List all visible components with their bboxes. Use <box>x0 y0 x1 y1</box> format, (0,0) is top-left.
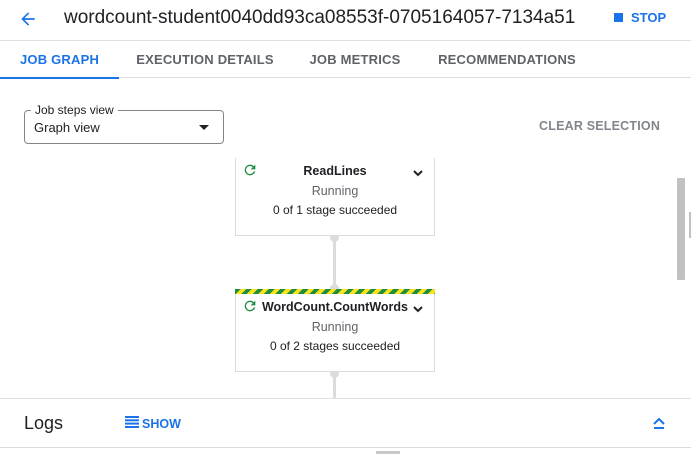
node-stages: 0 of 1 stage succeeded <box>272 203 398 217</box>
tab-job-graph[interactable]: JOB GRAPH <box>0 41 119 79</box>
clear-selection-button[interactable]: CLEAR SELECTION <box>539 119 660 133</box>
logs-title: Logs <box>24 413 64 433</box>
back-arrow-icon[interactable] <box>14 5 42 33</box>
job-tabs: JOB GRAPH EXECUTION DETAILS JOB METRICS … <box>0 40 691 79</box>
job-steps-view-label: Job steps view <box>31 103 118 117</box>
dropdown-caret-icon <box>199 125 209 130</box>
logs-show-button[interactable]: SHOW <box>125 416 181 431</box>
job-title: wordcount-student0040dd93ca08553f-070516… <box>64 7 576 28</box>
logs-show-label: SHOW <box>142 416 181 431</box>
chevron-down-icon[interactable] <box>412 302 424 314</box>
expand-less-icon[interactable] <box>651 415 667 431</box>
node-name: ReadLines <box>303 164 367 178</box>
stop-button[interactable]: STOP <box>614 8 666 26</box>
node-status: Running <box>311 320 359 334</box>
graph-node-countwords[interactable]: WordCount.CountWords Running 0 of 2 stag… <box>235 289 435 372</box>
running-stripe <box>235 289 435 294</box>
tab-execution-details[interactable]: EXECUTION DETAILS <box>131 41 279 78</box>
graph-scrollbar[interactable] <box>677 178 685 280</box>
list-icon <box>125 416 139 431</box>
tab-job-metrics[interactable]: JOB METRICS <box>300 41 410 78</box>
stop-icon <box>614 12 623 22</box>
resize-handle[interactable] <box>376 451 400 454</box>
node-status: Running <box>311 184 359 198</box>
job-steps-view-value: Graph view <box>34 120 100 135</box>
job-graph-canvas: ReadLines Running 0 of 1 stage succeeded… <box>0 158 676 398</box>
chevron-down-icon[interactable] <box>412 166 424 178</box>
job-header: wordcount-student0040dd93ca08553f-070516… <box>0 0 691 40</box>
job-steps-view-select[interactable]: Job steps view Graph view <box>24 103 224 144</box>
graph-node-readlines[interactable]: ReadLines Running 0 of 1 stage succeeded <box>235 158 435 236</box>
logs-panel: Logs SHOW <box>0 398 691 448</box>
stop-label: STOP <box>631 9 667 25</box>
node-name: WordCount.CountWords <box>261 300 409 314</box>
node-stages: 0 of 2 stages succeeded <box>269 339 401 353</box>
tab-recommendations[interactable]: RECOMMENDATIONS <box>432 41 582 78</box>
